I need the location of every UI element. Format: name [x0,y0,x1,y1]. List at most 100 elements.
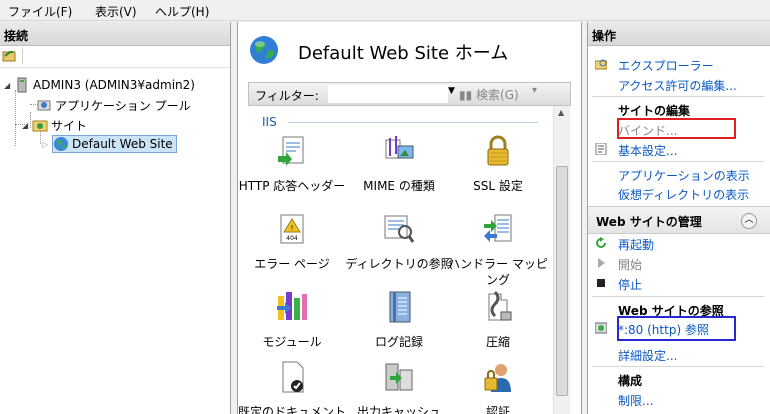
action-stop[interactable]: 停止 [618,276,642,293]
scroll-thumb[interactable] [556,166,568,396]
action-view-virtual-dirs[interactable]: 仮想ディレクトリの表示 [618,186,749,203]
page-title: Default Web Site ホーム [298,43,509,64]
divider [592,161,764,162]
action-basic-settings[interactable]: 基本設定... [618,142,677,159]
group-divider [288,122,538,123]
action-restart[interactable]: 再起動 [618,236,654,253]
connections-pane: 接続 ◢ ADMIN3 (ADMIN3¥admin2) アプリケーション プール… [0,22,231,414]
feature-label: MIME の種類 [363,179,435,193]
feature-item[interactable]: ハンドラー マッピング [444,212,552,288]
default-site-label: Default Web Site [72,137,173,151]
filter-label: フィルター: [255,89,319,103]
http-headers-icon [278,136,304,166]
app-pools-label: アプリケーション プール [55,98,191,113]
connections-header: 接続 [0,22,230,46]
action-explore[interactable]: エクスプローラー [618,57,714,74]
error-pages-icon: ! 404 [280,214,304,244]
highlight-box-blue [617,316,736,341]
feature-item[interactable]: ! 404 エラー ページ [238,212,346,272]
filter-dropdown-icon[interactable]: ▼ [448,86,455,96]
home-pane: Default Web Site ホーム フィルター: ▼ ▮▮ 検索(G) ▾… [237,22,582,414]
group-label-iis: IIS [262,115,277,129]
collapsed-arrow-icon[interactable]: ▷ [42,140,52,149]
logging-icon [389,291,411,323]
feature-item[interactable]: HTTP 応答ヘッダー [238,134,346,194]
feature-item[interactable]: 出力キャッシュ [345,360,453,414]
scroll-up-icon[interactable]: ▲ [558,108,564,117]
feature-label: 認証 [485,405,510,414]
feature-item[interactable]: 圧縮 [444,290,552,350]
menu-view[interactable]: 表示(V) [95,3,137,20]
tree-item-default-site[interactable]: ▷ Default Web Site [42,135,177,153]
action-view-applications[interactable]: アプリケーションの表示 [618,167,750,184]
browse-globe-icon [595,322,607,334]
menu-help[interactable]: ヘルプ(H) [155,3,209,20]
ssl-lock-icon [487,135,509,166]
feature-label: ハンドラー マッピング [448,257,548,287]
feature-label: SSL 設定 [473,179,523,193]
actions-header: 操作 [588,22,770,46]
compression-icon [488,290,512,321]
connect-icon[interactable] [2,49,16,63]
connections-toolbar [0,46,230,68]
tree-item-sites[interactable]: ◢ サイト [22,116,87,134]
handler-mappings-icon [484,214,512,242]
globe-icon [250,36,278,64]
feature-label: HTTP 応答ヘッダー [238,179,346,193]
highlight-box-red [617,118,736,139]
filter-input[interactable] [328,85,448,103]
section-configure: 構成 [618,374,643,388]
output-caching-icon [385,363,413,391]
feature-item[interactable]: ログ記録 [345,290,453,350]
default-document-icon [282,361,304,393]
divider [592,366,764,367]
more-dropdown-icon[interactable]: ▾ [532,85,537,96]
feature-label: 既定のドキュメント [238,405,347,414]
stop-icon [597,279,605,287]
tree-item-app-pools[interactable]: アプリケーション プール [36,96,191,114]
features-scrollbar[interactable]: ▲ [553,106,570,414]
tree-item-server[interactable]: ◢ ADMIN3 (ADMIN3¥admin2) [4,76,195,94]
feature-item[interactable]: モジュール [238,290,346,350]
start-icon [598,258,605,268]
sites-label: サイト [51,118,88,133]
sites-folder-icon [32,120,48,132]
server-label: ADMIN3 (ADMIN3¥admin2) [33,78,195,92]
feature-label: 出力キャッシュ [356,405,441,414]
action-advanced-settings[interactable]: 詳細設定... [618,347,677,364]
feature-label: 圧縮 [485,335,510,349]
feature-label: モジュール [262,335,322,349]
action-edit-permissions[interactable]: アクセス許可の編集... [618,77,737,94]
feature-label: ログ記録 [374,335,423,349]
modules-icon [277,292,307,320]
svg-text:!: ! [291,224,294,232]
feature-item[interactable]: ディレクトリの参照 [345,212,453,272]
expand-arrow-icon[interactable]: ◢ [4,81,14,90]
settings-page-icon [595,143,607,155]
default-site-selected[interactable]: Default Web Site [52,135,177,153]
expand-arrow-icon[interactable]: ◢ [22,121,32,130]
restart-icon [596,237,606,248]
feature-item[interactable]: SSL 設定 [444,134,552,194]
action-limits[interactable]: 制限... [618,392,653,409]
collapse-chevron-icon[interactable]: ︿ [741,213,757,229]
mime-types-icon [385,136,414,159]
section-manage-site: Web サイトの管理 [596,215,702,229]
feature-item[interactable]: 認証 [444,360,552,414]
svg-text:404: 404 [286,235,298,242]
action-start[interactable]: 開始 [618,256,642,273]
app-pool-icon [37,100,51,111]
go-button[interactable]: ▮▮ 検索(G) [459,86,519,103]
menu-file[interactable]: ファイル(F) [8,3,72,20]
divider [592,96,764,97]
feature-item[interactable]: 既定のドキュメント [238,360,346,414]
menu-bar: ファイル(F) 表示(V) ヘルプ(H) [0,0,770,21]
binoculars-icon: ▮▮ [459,88,473,102]
filter-bar: フィルター: ▼ ▮▮ 検索(G) ▾ [248,82,571,106]
feature-item[interactable]: MIME の種類 [345,134,453,194]
feature-label: エラー ページ [254,257,330,271]
feature-label: ディレクトリの参照 [345,257,453,271]
actions-pane: 操作 エクスプローラー アクセス許可の編集... サイトの編集 バインド... … [587,22,770,414]
divider [592,296,764,297]
section-edit-site: サイトの編集 [618,104,691,118]
